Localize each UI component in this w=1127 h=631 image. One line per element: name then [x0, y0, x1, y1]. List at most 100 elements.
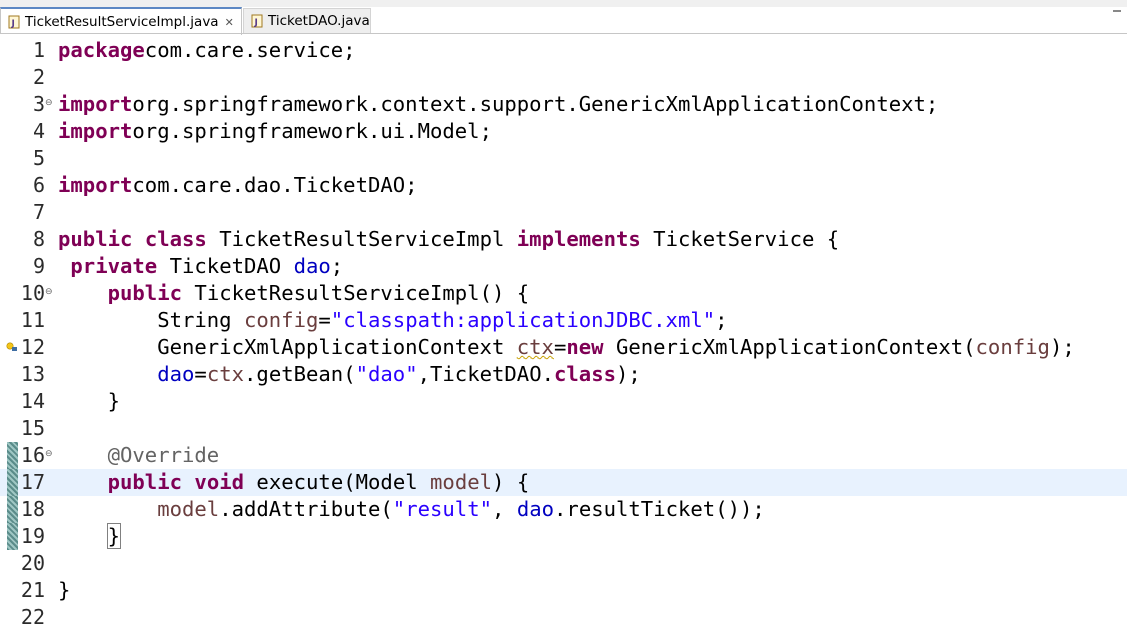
code-line[interactable]: 19 }	[0, 523, 1127, 550]
code-line[interactable]: 22	[0, 604, 1127, 631]
code-token: }	[106, 523, 122, 549]
fold-toggle-icon[interactable]: ⊖	[45, 99, 53, 108]
code-token: }	[58, 389, 120, 413]
code-token: new	[566, 335, 604, 359]
code-line[interactable]: 10 ⊖ public TicketResultServiceImpl() {	[0, 280, 1127, 307]
code-token: .getBean(	[244, 362, 356, 386]
line-gutter[interactable]: 21	[0, 577, 54, 604]
code-line[interactable]: 14 }	[0, 388, 1127, 415]
code-line[interactable]: 7	[0, 199, 1127, 226]
line-number: 16	[20, 443, 45, 467]
line-gutter[interactable]: 16 ⊖	[0, 442, 54, 469]
code-text: String config="classpath:applicationJDBC…	[58, 308, 727, 332]
code-line[interactable]: 13 dao=ctx.getBean("dao",TicketDAO.class…	[0, 361, 1127, 388]
code-token: "result"	[392, 497, 492, 521]
line-gutter[interactable]: 12	[0, 334, 54, 361]
code-token: }	[58, 578, 71, 602]
line-gutter[interactable]: 14	[0, 388, 54, 415]
code-line[interactable]: 6 importcom.care.dao.TicketDAO;	[0, 172, 1127, 199]
line-gutter[interactable]: 17	[0, 469, 54, 496]
line-gutter[interactable]: 18	[0, 496, 54, 523]
line-gutter[interactable]: 2	[0, 64, 54, 91]
code-token: TicketResultServiceImpl() {	[182, 281, 530, 305]
code-line[interactable]: 12 GenericXmlApplicationContext ctx=new …	[0, 334, 1127, 361]
code-line[interactable]: 8 public class TicketResultServiceImpl im…	[0, 226, 1127, 253]
line-number: 15	[20, 416, 45, 440]
code-text: private TicketDAO dao;	[58, 255, 343, 278]
code-line[interactable]: 9 private TicketDAO dao;	[0, 253, 1127, 280]
close-tab-icon[interactable]: ✕	[225, 16, 234, 29]
code-token: com.care.dao.TicketDAO;	[132, 173, 418, 197]
code-token: public	[107, 281, 183, 305]
line-gutter[interactable]: 19	[0, 523, 54, 550]
code-token: config	[975, 335, 1050, 359]
line-gutter[interactable]: 1	[0, 37, 54, 64]
minimize-icon[interactable]	[1113, 10, 1121, 12]
code-line[interactable]: 15	[0, 415, 1127, 442]
line-gutter[interactable]: 3 ⊖	[0, 91, 54, 118]
line-gutter[interactable]: 9	[0, 253, 54, 280]
code-token: model	[157, 497, 220, 521]
line-gutter[interactable]: 15	[0, 415, 54, 442]
code-line[interactable]: 1 packagecom.care.service;	[0, 37, 1127, 64]
code-token: ,TicketDAO.	[417, 362, 554, 386]
code-token: ) {	[492, 470, 530, 494]
code-token: import	[58, 173, 133, 197]
line-gutter[interactable]: 4	[0, 118, 54, 145]
tab-bar-background	[0, 0, 1127, 7]
line-gutter[interactable]: 8	[0, 226, 54, 253]
line-gutter[interactable]: 11	[0, 307, 54, 334]
code-token: import	[58, 92, 133, 116]
line-number: 9	[32, 254, 45, 278]
code-text: importorg.springframework.ui.Model;	[58, 120, 492, 143]
line-number: 13	[20, 362, 45, 386]
code-line[interactable]: 2	[0, 64, 1127, 91]
code-line[interactable]: 4 importorg.springframework.ui.Model;	[0, 118, 1127, 145]
code-token: ctx	[516, 335, 554, 359]
line-number: 21	[20, 578, 45, 602]
tab-ticket-dao[interactable]: J TicketDAO.java	[243, 8, 371, 33]
code-line[interactable]: 16 ⊖ @Override	[0, 442, 1127, 469]
code-token: package	[58, 38, 145, 62]
code-line[interactable]: 5	[0, 145, 1127, 172]
line-number: 18	[20, 497, 45, 521]
code-token: GenericXmlApplicationContext(	[603, 335, 976, 359]
line-number: 4	[32, 119, 45, 143]
code-line[interactable]: 11 String config="classpath:applicationJ…	[0, 307, 1127, 334]
line-gutter[interactable]: 6	[0, 172, 54, 199]
code-line[interactable]: 17 public void execute(Model model) {	[0, 469, 1127, 496]
code-text: public TicketResultServiceImpl() {	[58, 281, 530, 305]
line-gutter[interactable]: 7	[0, 199, 54, 226]
line-number: 17	[20, 470, 45, 494]
code-token: "classpath:applicationJDBC.xml"	[330, 308, 716, 332]
code-token: private	[70, 254, 158, 278]
code-text: importorg.springframework.context.suppor…	[58, 93, 938, 116]
code-token: TicketService {	[640, 227, 840, 251]
code-token: public	[58, 227, 133, 251]
line-gutter[interactable]: 5	[0, 145, 54, 172]
line-gutter[interactable]: 13	[0, 361, 54, 388]
line-number: 22	[20, 605, 45, 629]
line-gutter[interactable]: 22	[0, 604, 54, 631]
java-file-icon: J	[8, 15, 20, 29]
code-token: class	[554, 362, 616, 386]
line-gutter[interactable]: 10 ⊖	[0, 280, 54, 307]
code-token: public	[107, 470, 183, 494]
code-token: import	[58, 119, 133, 143]
fold-toggle-icon[interactable]: ⊖	[45, 450, 53, 459]
code-line[interactable]: 18 model.addAttribute("result", dao.resu…	[0, 496, 1127, 523]
fold-toggle-icon[interactable]: ⊖	[45, 288, 53, 297]
svg-text:J: J	[11, 19, 15, 29]
code-token: dao	[157, 362, 195, 386]
code-editor[interactable]: 1 packagecom.care.service; 2 3 ⊖ importorg.sp…	[0, 34, 1127, 629]
code-line[interactable]: 21}	[0, 577, 1127, 604]
tab-ticket-result-service-impl[interactable]: J TicketResultServiceImpl.java ✕	[0, 7, 242, 35]
code-line[interactable]: 20	[0, 550, 1127, 577]
code-token: TicketResultServiceImpl	[206, 227, 517, 251]
code-line[interactable]: 3 ⊖ importorg.springframework.context.supp…	[0, 91, 1127, 118]
code-token: .addAttribute(	[219, 497, 393, 521]
line-gutter[interactable]: 20	[0, 550, 54, 577]
